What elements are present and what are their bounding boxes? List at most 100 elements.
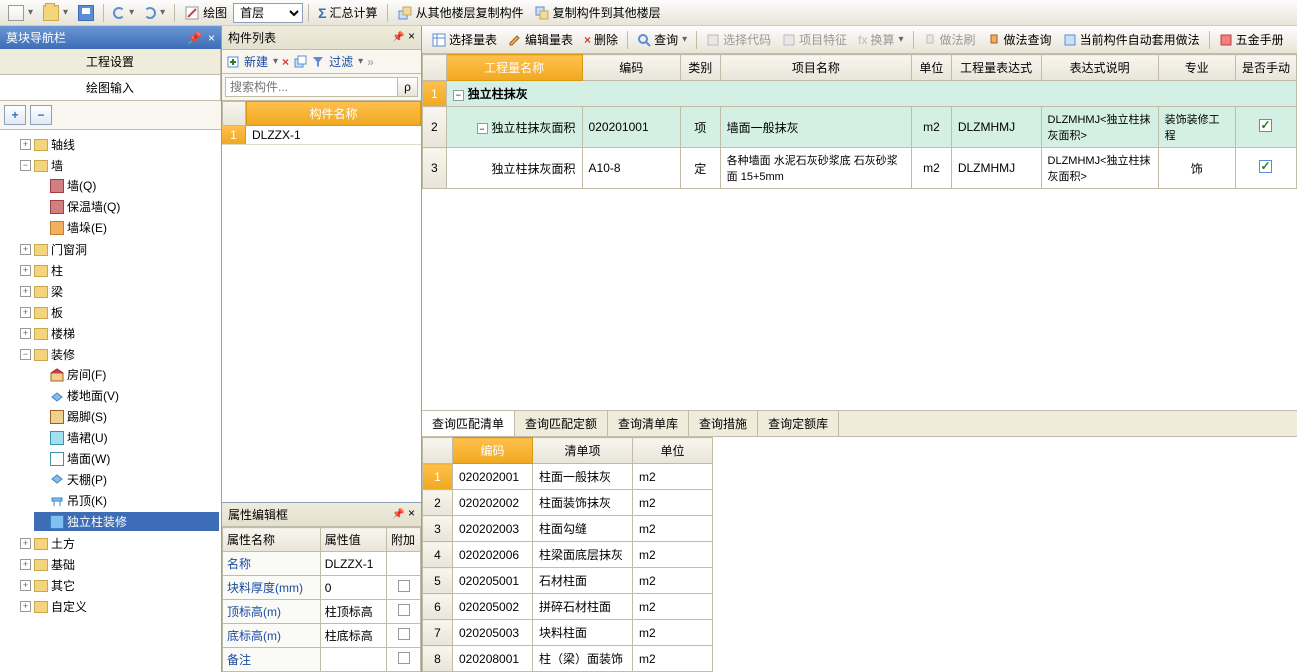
undo-button[interactable]: ▾	[109, 5, 138, 21]
tab-measure[interactable]: 查询措施	[689, 411, 758, 436]
tree-beam[interactable]: +梁	[18, 282, 219, 301]
tree-found[interactable]: +基础	[18, 555, 219, 574]
prop-row[interactable]: 名称DLZZX-1	[223, 552, 421, 576]
close-icon[interactable]: ×	[208, 31, 215, 45]
close-icon[interactable]: ×	[408, 29, 415, 43]
new-button[interactable]: ▾	[4, 3, 37, 23]
tree-wainscot[interactable]: 墙裙(U)	[34, 428, 219, 447]
copy-to-other-button[interactable]: 复制构件到其他楼层	[530, 2, 665, 23]
tree-col-decor[interactable]: 独立柱装修	[34, 512, 219, 531]
tree-custom[interactable]: +自定义	[18, 597, 219, 616]
tab-setup[interactable]: 工程设置	[0, 49, 221, 74]
tree-other[interactable]: +其它	[18, 576, 219, 595]
search-go-button[interactable]: ρ	[398, 77, 418, 97]
tree-wall-bw[interactable]: 保温墙(Q)	[34, 197, 219, 216]
tab-match-list[interactable]: 查询匹配清单	[422, 411, 515, 436]
pin-icon[interactable]: 📌	[392, 509, 404, 520]
redo-button[interactable]: ▾	[140, 5, 169, 21]
tree-floor[interactable]: 楼地面(V)	[34, 386, 219, 405]
prop-row[interactable]: 块料厚度(mm)0	[223, 576, 421, 600]
col-proj[interactable]: 项目名称	[720, 55, 911, 81]
more-button[interactable]: »	[367, 55, 374, 69]
checkbox[interactable]	[1259, 119, 1272, 132]
tree-wall[interactable]: −墙	[18, 156, 219, 175]
copy-icon[interactable]	[293, 55, 307, 69]
select-code-button[interactable]: 选择代码	[702, 29, 775, 50]
hardware-button[interactable]: 五金手册	[1215, 29, 1288, 50]
col-type[interactable]: 类别	[680, 55, 720, 81]
col-unit[interactable]: 单位	[912, 55, 952, 81]
col-unit[interactable]: 单位	[633, 438, 713, 464]
prop-row[interactable]: 顶标高(m)柱顶标高	[223, 600, 421, 624]
result-row[interactable]: 6020205002拼碎石材柱面m2	[423, 594, 713, 620]
tab-draw-input[interactable]: 绘图输入	[0, 75, 221, 100]
brush-button[interactable]: 做法刷	[919, 29, 980, 50]
result-row[interactable]: 3020202003柱面勾缝m2	[423, 516, 713, 542]
tree-decor[interactable]: −装修	[18, 345, 219, 364]
tree-column[interactable]: +柱	[18, 261, 219, 280]
tree-stair[interactable]: +楼梯	[18, 324, 219, 343]
tree-hang[interactable]: 吊顶(K)	[34, 491, 219, 510]
main-grid[interactable]: 工程量名称 编码 类别 项目名称 单位 工程量表达式 表达式说明 专业 是否手动…	[422, 54, 1297, 189]
checkbox[interactable]	[398, 604, 410, 616]
result-grid[interactable]: 编码 清单项 单位 1020202001柱面一般抹灰m22020202002柱面…	[422, 437, 713, 672]
tree-wallface[interactable]: 墙面(W)	[34, 449, 219, 468]
tree-slab[interactable]: +板	[18, 303, 219, 322]
new-component-button[interactable]: 新建	[244, 53, 268, 70]
checkbox[interactable]	[398, 628, 410, 640]
col-name[interactable]: 工程量名称	[446, 55, 582, 81]
result-row[interactable]: 5020205001石材柱面m2	[423, 568, 713, 594]
col-code[interactable]: 编码	[453, 438, 533, 464]
prop-row[interactable]: 备注	[223, 648, 421, 672]
grid-row[interactable]: 3 独立柱抹灰面积 A10-8 定 各种墙面 水泥石灰砂浆底 石灰砂浆面 15+…	[423, 148, 1297, 189]
open-button[interactable]: ▾	[39, 3, 72, 23]
select-table-button[interactable]: 选择量表	[428, 29, 501, 50]
result-row[interactable]: 2020202002柱面装饰抹灰m2	[423, 490, 713, 516]
collapse-all-button[interactable]: −	[30, 105, 52, 125]
save-button[interactable]	[74, 3, 98, 23]
tree-ceiling[interactable]: 天棚(P)	[34, 470, 219, 489]
tab-list-lib[interactable]: 查询清单库	[608, 411, 689, 436]
col-item[interactable]: 清单项	[533, 438, 633, 464]
checkbox[interactable]	[398, 652, 410, 664]
grid-row[interactable]: 1 −独立柱抹灰	[423, 81, 1297, 107]
result-row[interactable]: 8020208001柱（梁）面装饰m2	[423, 646, 713, 672]
pin-icon[interactable]: 📌	[187, 31, 202, 45]
tab-quota-lib[interactable]: 查询定额库	[758, 411, 839, 436]
query-button[interactable]: 查询▾	[633, 29, 691, 50]
col-expr[interactable]: 工程量表达式	[951, 55, 1041, 81]
pin-icon[interactable]: 📌	[392, 32, 404, 43]
floor-select[interactable]: 首层	[233, 3, 303, 23]
convert-button[interactable]: fx换算▾	[854, 29, 907, 50]
collapse-icon[interactable]: −	[453, 90, 464, 101]
copy-from-other-button[interactable]: 从其他楼层复制构件	[393, 2, 528, 23]
auto-apply-button[interactable]: 当前构件自动套用做法	[1059, 29, 1204, 50]
sum-calc-button[interactable]: Σ汇总计算	[314, 2, 381, 23]
brush-query-button[interactable]: 做法查询	[983, 29, 1056, 50]
result-row[interactable]: 7020205003块料柱面m2	[423, 620, 713, 646]
tree-room[interactable]: 房间(F)	[34, 365, 219, 384]
filter-button[interactable]: 过滤	[329, 53, 353, 70]
col-code[interactable]: 编码	[582, 55, 680, 81]
delete-button[interactable]: ×删除	[580, 29, 622, 50]
proj-feature-button[interactable]: 项目特征	[778, 29, 851, 50]
component-row[interactable]: 1 DLZZX-1	[222, 126, 421, 145]
result-row[interactable]: 1020202001柱面一般抹灰m2	[423, 464, 713, 490]
tree-earth[interactable]: +土方	[18, 534, 219, 553]
tree-wall-q[interactable]: 墙(Q)	[34, 176, 219, 195]
prop-row[interactable]: 底标高(m)柱底标高	[223, 624, 421, 648]
col-desc[interactable]: 表达式说明	[1041, 55, 1158, 81]
col-spec[interactable]: 专业	[1158, 55, 1235, 81]
nav-tree[interactable]: +轴线 −墙 墙(Q) 保温墙(Q) 墙垛(E) +门窗洞 +柱 +梁 +板 +…	[0, 130, 221, 672]
tab-match-quota[interactable]: 查询匹配定额	[515, 411, 608, 436]
tree-axis[interactable]: +轴线	[18, 135, 219, 154]
search-input[interactable]	[225, 77, 398, 97]
expand-all-button[interactable]: +	[4, 105, 26, 125]
tree-opening[interactable]: +门窗洞	[18, 240, 219, 259]
tree-skirt[interactable]: 踢脚(S)	[34, 407, 219, 426]
edit-table-button[interactable]: 编辑量表	[504, 29, 577, 50]
grid-row[interactable]: 2 −独立柱抹灰面积 020201001 项 墙面一般抹灰 m2 DLZMHMJ…	[423, 107, 1297, 148]
delete-button[interactable]: ×	[282, 55, 289, 69]
close-icon[interactable]: ×	[408, 506, 415, 520]
checkbox[interactable]	[1259, 160, 1272, 173]
